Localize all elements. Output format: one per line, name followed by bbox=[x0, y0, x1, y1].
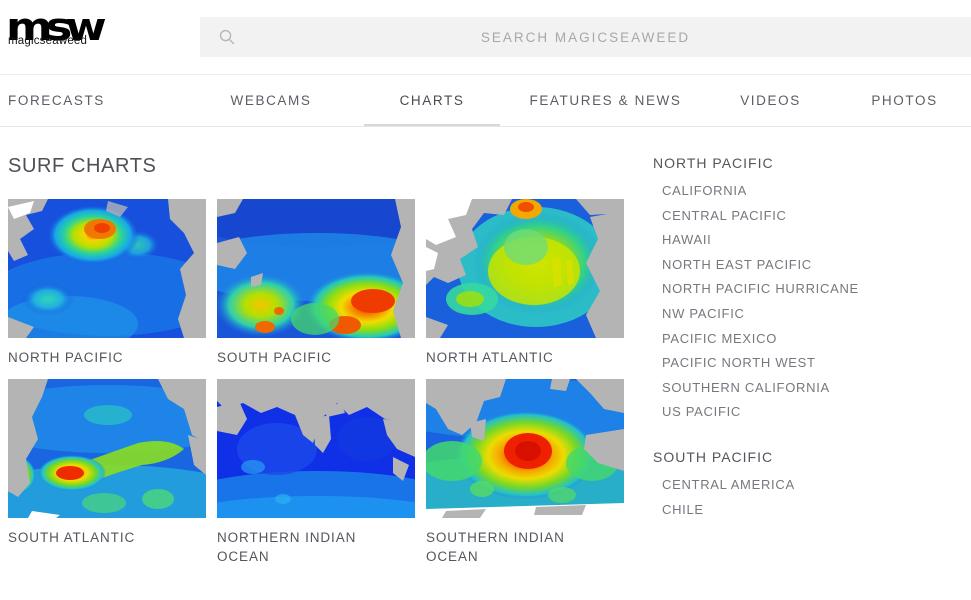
sidebar-link-us-pacific[interactable]: US PACIFIC bbox=[662, 400, 971, 425]
sidebar-link-list: CALIFORNIA CENTRAL PACIFIC HAWAII NORTH … bbox=[653, 179, 971, 425]
sidebar-link-central-america[interactable]: CENTRAL AMERICA bbox=[662, 473, 971, 498]
sidebar-divider-space bbox=[653, 431, 971, 449]
chart-thumbnail-south-pacific[interactable] bbox=[217, 199, 415, 338]
chart-label: SOUTH PACIFIC bbox=[217, 350, 332, 365]
sidebar-heading: SOUTH PACIFIC bbox=[653, 448, 774, 465]
sidebar-link-chile[interactable]: CHILE bbox=[662, 498, 971, 523]
nav-item-webcams[interactable]: WEBCAMS bbox=[186, 75, 356, 126]
chart-thumbnail-north-pacific[interactable] bbox=[8, 199, 206, 338]
sidebar-section-north-pacific: NORTH PACIFIC CALIFORNIA CENTRAL PACIFIC… bbox=[653, 155, 971, 425]
sidebar-link-southern-california[interactable]: SOUTHERN CALIFORNIA bbox=[662, 376, 971, 401]
sidebar-link-pacific-north-west[interactable]: PACIFIC NORTH WEST bbox=[662, 351, 971, 376]
chart-card-north-atlantic[interactable]: NORTH ATLANTIC bbox=[426, 199, 624, 368]
charts-grid: NORTH PACIFIC SOUTH PACIFIC NORTH ATLANT… bbox=[8, 199, 624, 567]
main-navigation: FORECASTS WEBCAMS CHARTS FEATURES & NEWS… bbox=[0, 74, 971, 127]
chart-card-northern-indian-ocean[interactable]: NORTHERN INDIAN OCEAN bbox=[217, 378, 415, 567]
chart-label: NORTH ATLANTIC bbox=[426, 350, 554, 365]
chart-label: SOUTHERN INDIAN OCEAN bbox=[426, 529, 565, 565]
nav-item-photos[interactable]: PHOTOS bbox=[838, 75, 971, 126]
region-sidebar: NORTH PACIFIC CALIFORNIA CENTRAL PACIFIC… bbox=[645, 127, 971, 567]
nav-item-features-and-news[interactable]: FEATURES & NEWS bbox=[508, 75, 703, 126]
nav-label: PHOTOS bbox=[871, 93, 938, 108]
sidebar-link-pacific-mexico[interactable]: PACIFIC MEXICO bbox=[662, 327, 971, 352]
nav-item-videos[interactable]: VIDEOS bbox=[703, 75, 838, 126]
sidebar-link-central-pacific[interactable]: CENTRAL PACIFIC bbox=[662, 204, 971, 229]
sidebar-section-south-pacific: SOUTH PACIFIC CENTRAL AMERICA CHILE bbox=[653, 449, 971, 522]
chart-thumbnail-northern-indian-ocean[interactable] bbox=[217, 378, 415, 518]
sidebar-link-north-east-pacific[interactable]: NORTH EAST PACIFIC bbox=[662, 253, 971, 278]
logo-wordmark-text: magicseaweed bbox=[8, 35, 88, 47]
chart-card-south-atlantic[interactable]: SOUTH ATLANTIC bbox=[8, 378, 206, 567]
nav-item-charts[interactable]: CHARTS bbox=[356, 75, 508, 126]
nav-label: WEBCAMS bbox=[230, 93, 312, 108]
site-header: msw magicseaweed bbox=[0, 0, 971, 74]
chart-label: NORTH PACIFIC bbox=[8, 350, 124, 365]
page-title: SURF CHARTS bbox=[8, 155, 157, 177]
nav-item-forecasts[interactable]: FORECASTS bbox=[0, 75, 186, 126]
chart-label: NORTHERN INDIAN OCEAN bbox=[217, 529, 357, 565]
sidebar-link-north-pacific-hurricane[interactable]: NORTH PACIFIC HURRICANE bbox=[662, 277, 971, 302]
sidebar-link-list: CENTRAL AMERICA CHILE bbox=[653, 473, 971, 522]
sidebar-link-california[interactable]: CALIFORNIA bbox=[662, 179, 971, 204]
sidebar-heading: NORTH PACIFIC bbox=[653, 155, 774, 171]
search-bar[interactable] bbox=[200, 17, 971, 57]
chart-card-south-pacific[interactable]: SOUTH PACIFIC bbox=[217, 199, 415, 368]
main-content: SURF CHARTS NORTH PACIFIC SOUTH PACIFIC … bbox=[0, 127, 971, 567]
nav-label: FORECASTS bbox=[8, 93, 105, 108]
sidebar-link-nw-pacific[interactable]: NW PACIFIC bbox=[662, 302, 971, 327]
sidebar-link-hawaii[interactable]: HAWAII bbox=[662, 228, 971, 253]
nav-label: FEATURES & NEWS bbox=[529, 93, 682, 108]
chart-label: SOUTH ATLANTIC bbox=[8, 529, 136, 545]
search-input[interactable] bbox=[236, 29, 971, 45]
nav-label: VIDEOS bbox=[740, 93, 801, 108]
logo-link[interactable]: msw magicseaweed bbox=[0, 0, 200, 74]
chart-thumbnail-north-atlantic[interactable] bbox=[426, 199, 624, 338]
charts-column: SURF CHARTS NORTH PACIFIC SOUTH PACIFIC … bbox=[0, 127, 645, 567]
chart-card-southern-indian-ocean[interactable]: SOUTHERN INDIAN OCEAN bbox=[426, 378, 624, 567]
chart-thumbnail-southern-indian-ocean[interactable] bbox=[426, 378, 624, 518]
chart-card-north-pacific[interactable]: NORTH PACIFIC bbox=[8, 199, 206, 368]
search-icon bbox=[219, 29, 235, 45]
chart-thumbnail-south-atlantic[interactable] bbox=[8, 378, 206, 518]
nav-label: CHARTS bbox=[399, 93, 465, 108]
magicseaweed-logo: msw magicseaweed bbox=[6, 8, 118, 54]
